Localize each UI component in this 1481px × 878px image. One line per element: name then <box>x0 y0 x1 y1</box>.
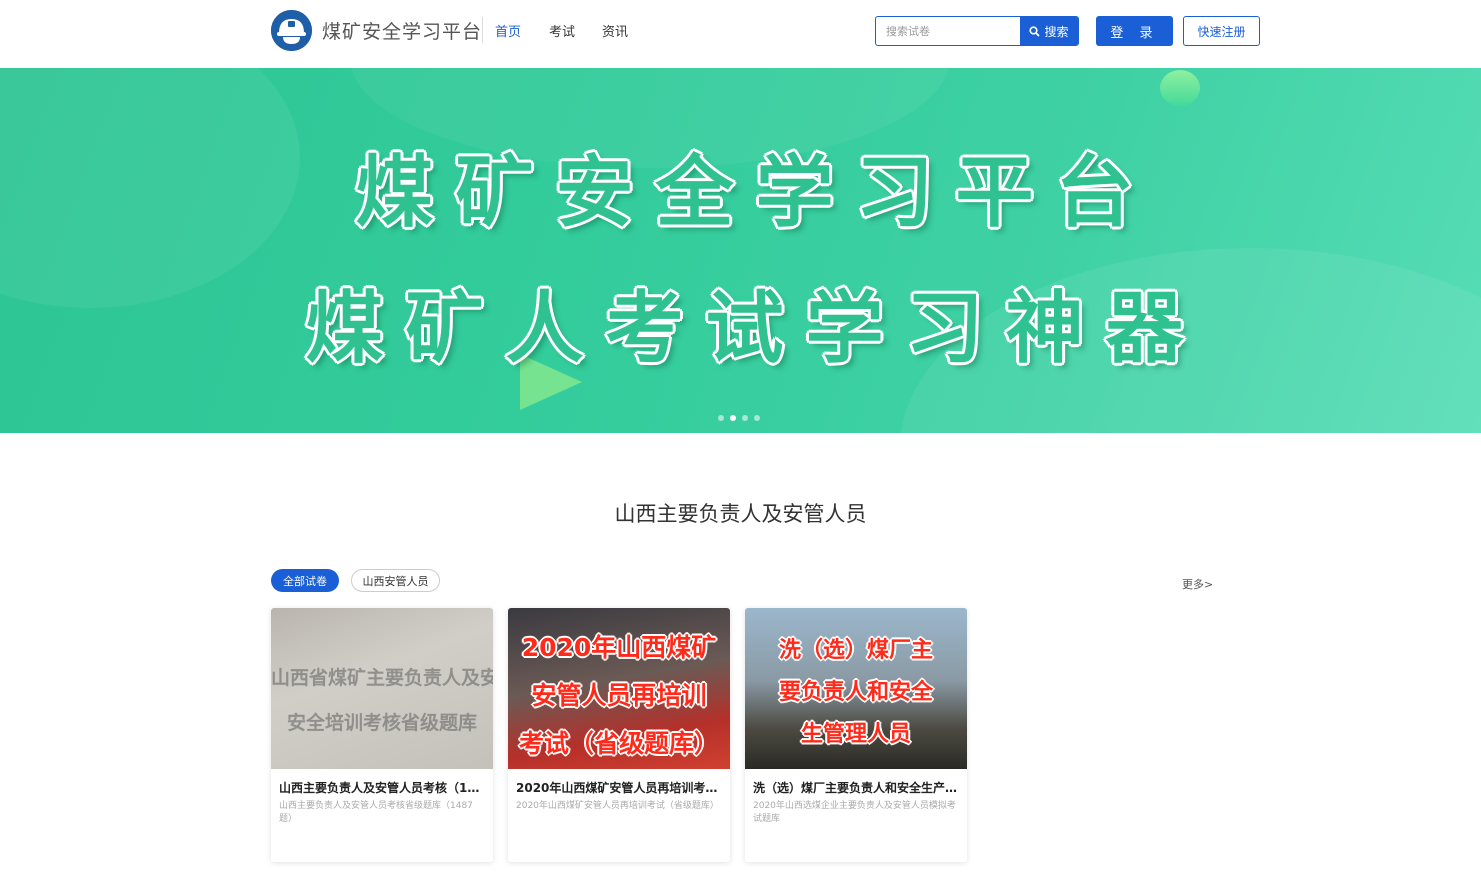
exam-card[interactable]: 2020年山西煤矿 安管人员再培训 考试（省级题库） 2020年山西煤矿安管人员… <box>508 608 730 862</box>
helmet-logo-icon[interactable] <box>271 10 312 51</box>
search-icon <box>1029 25 1041 37</box>
exam-card[interactable]: 洗（选）煤厂主 要负责人和安全 生管理人员 洗（选）煤厂主要负责人和安全生产管理… <box>745 608 967 862</box>
exam-cover-image: 山西省煤矿主要负责人及安全管理人员 安全培训考核省级题库 <box>271 608 493 769</box>
exam-card-title[interactable]: 洗（选）煤厂主要负责人和安全生产管理人员 <box>753 779 959 796</box>
tab-shanxi-safety-staff[interactable]: 山西安管人员 <box>351 569 440 592</box>
exam-card-title[interactable]: 山西主要负责人及安管人员考核（1487题） <box>279 779 485 796</box>
exam-cover-image: 洗（选）煤厂主 要负责人和安全 生管理人员 <box>745 608 967 769</box>
exam-card-title[interactable]: 2020年山西煤矿安管人员再培训考试（省级题库） <box>516 779 722 796</box>
banner-decoration <box>1160 70 1200 106</box>
nav-home[interactable]: 首页 <box>495 21 521 40</box>
nav-exam[interactable]: 考试 <box>549 21 575 40</box>
cover-text: 安全培训考核省级题库 <box>286 712 477 734</box>
search-button[interactable]: 搜索 <box>1020 17 1078 45</box>
carousel-dot[interactable] <box>742 415 748 421</box>
brand-name[interactable]: 煤矿安全学习平台 <box>322 17 482 44</box>
hero-banner[interactable]: 煤矿安全学习平台 煤矿人考试学习神器 <box>0 68 1481 433</box>
cover-text: 山西省煤矿主要负责人及安全管理人员 <box>271 667 493 689</box>
cover-text: 洗（选）煤厂主 <box>778 638 933 663</box>
exam-card-description: 2020年山西煤矿安管人员再培训考试（省级题库） <box>516 801 719 811</box>
carousel-dot[interactable] <box>754 415 760 421</box>
banner-subheadline: 煤矿人考试学习神器 <box>305 284 1206 374</box>
section-title: 山西主要负责人及安管人员 <box>614 502 867 526</box>
search-input[interactable] <box>876 17 1021 45</box>
register-button[interactable]: 快速注册 <box>1183 16 1260 46</box>
nav-news[interactable]: 资讯 <box>602 21 628 40</box>
tab-all-papers[interactable]: 全部试卷 <box>271 569 339 592</box>
search-box: 搜索 <box>875 16 1079 46</box>
carousel-dot-active[interactable] <box>730 415 736 421</box>
carousel-dot[interactable] <box>718 415 724 421</box>
banner-headline: 煤矿安全学习平台 <box>355 148 1156 238</box>
cover-text: 考试（省级题库） <box>518 729 719 758</box>
more-link[interactable]: 更多> <box>1182 576 1213 592</box>
exam-card-description: 2020年山西选煤企业主要负责人及安管人员模拟考试题库 <box>753 801 956 824</box>
brand-divider <box>482 17 483 43</box>
cover-text: 2020年山西煤矿 <box>521 633 717 662</box>
cover-text: 安管人员再培训 <box>531 681 707 710</box>
cover-text: 要负责人和安全 <box>778 680 933 705</box>
login-button[interactable]: 登 录 <box>1096 16 1173 46</box>
top-header: 煤矿安全学习平台 首页 考试 资讯 搜索 登 录 快速注册 <box>0 0 1481 68</box>
search-button-label: 搜索 <box>1044 24 1069 39</box>
exam-card-description: 山西主要负责人及安管人员考核省级题库（1487题） <box>279 801 473 824</box>
carousel-indicators <box>718 415 760 421</box>
exam-cover-image: 2020年山西煤矿 安管人员再培训 考试（省级题库） <box>508 608 730 769</box>
cover-text: 生管理人员 <box>800 722 911 747</box>
exam-card[interactable]: 山西省煤矿主要负责人及安全管理人员 安全培训考核省级题库 山西主要负责人及安管人… <box>271 608 493 862</box>
